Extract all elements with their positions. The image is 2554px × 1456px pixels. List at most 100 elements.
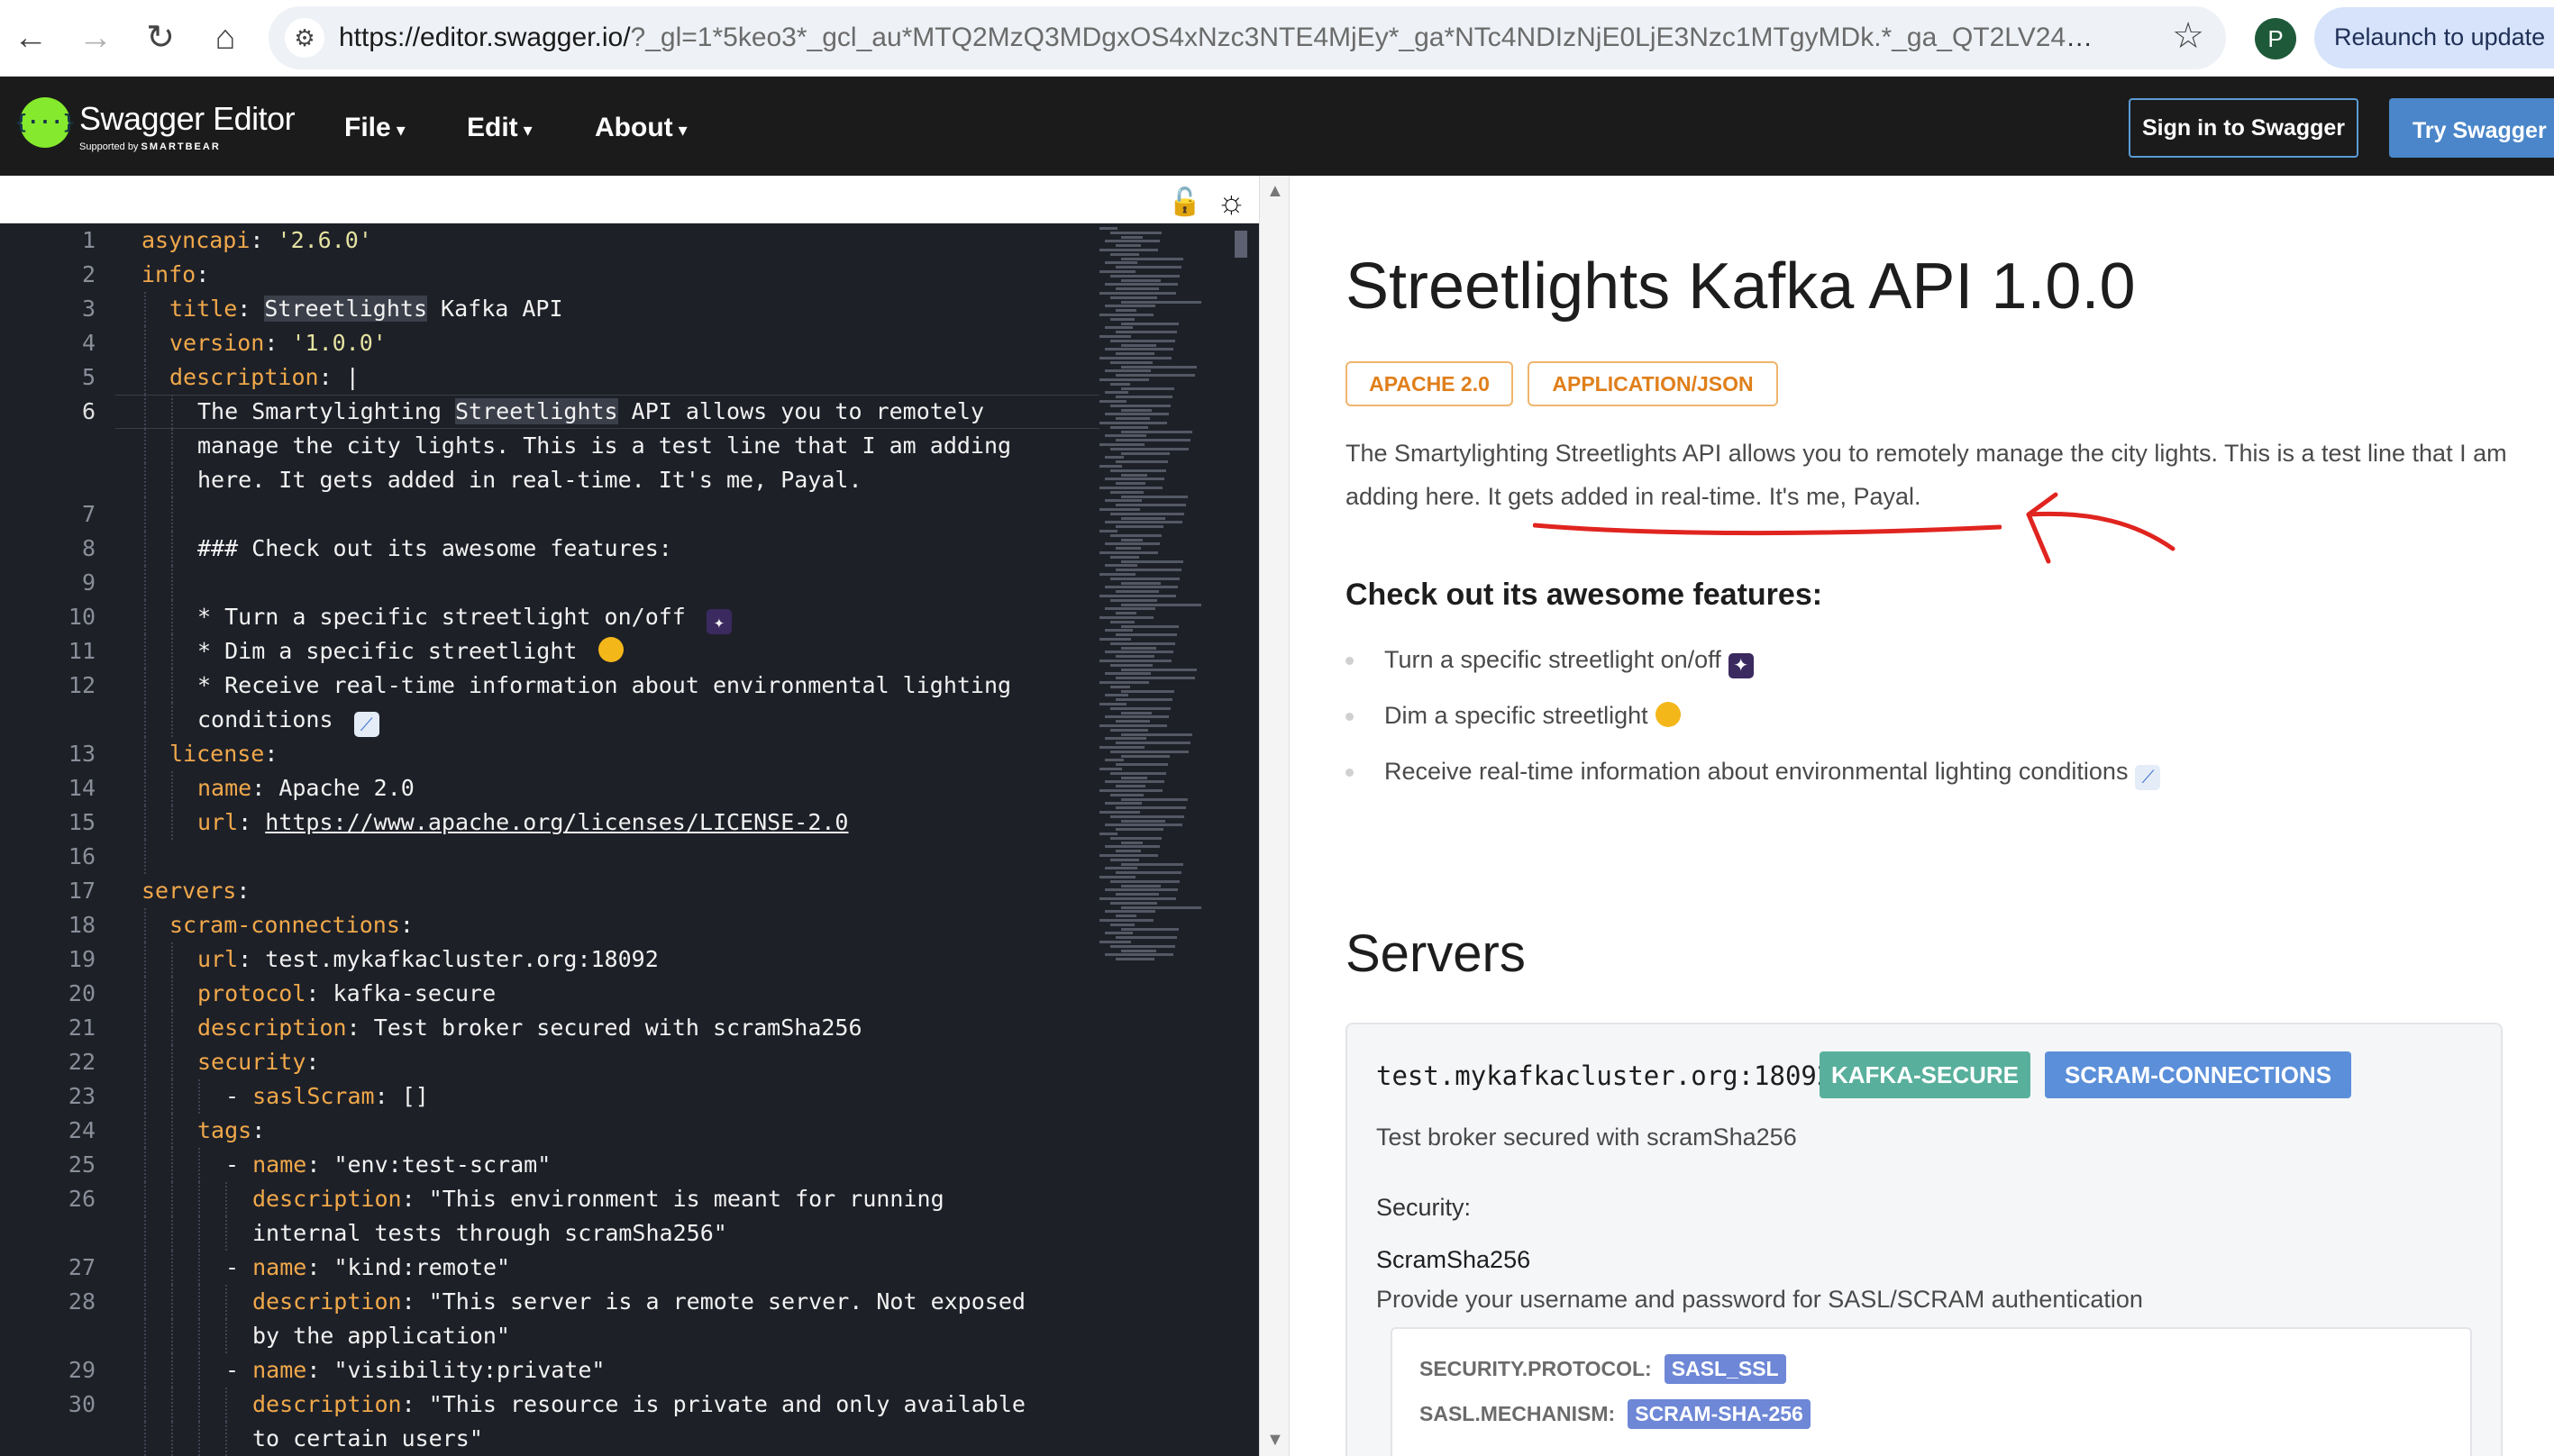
try-swagger-button[interactable]: Try Swagger <box>2389 98 2554 158</box>
sign-in-button[interactable]: Sign in to Swagger <box>2129 98 2358 158</box>
server-card: test.mykafkacluster.org:18092 KAFKA-SECU… <box>1345 1023 2503 1456</box>
chart-emoji-icon: ⟋ <box>2135 765 2161 790</box>
minimap-line <box>1110 750 1189 753</box>
night-city-emoji-icon: ✦ <box>706 609 732 634</box>
minimap-line <box>1116 417 1150 421</box>
minimap-line <box>1105 586 1178 589</box>
feature-item: Turn a specific streetlight on/off ✦ <box>1345 646 1754 678</box>
minimap-line <box>1105 780 1164 784</box>
minimap-line <box>1110 533 1162 537</box>
code-line: 25- name: "env:test-scram" <box>0 1148 1099 1182</box>
binding-row: SASL.MECHANISM: SCRAM-SHA-256 <box>1419 1399 1811 1429</box>
minimap-line <box>1105 456 1124 460</box>
code-line: conditions ⟋ <box>0 703 1099 737</box>
minimap-line <box>1105 824 1182 827</box>
minimap-line <box>1110 555 1139 559</box>
minimap-line <box>1099 443 1145 446</box>
minimap-line <box>1121 278 1161 282</box>
address-bar[interactable]: ⚙ https://editor.swagger.io/?_gl=1*5keo3… <box>269 6 2226 69</box>
lock-icon[interactable]: 🔓 <box>1168 187 1201 218</box>
minimap-line <box>1121 365 1197 369</box>
minimap-line <box>1121 624 1179 628</box>
minimap-line <box>1116 677 1195 680</box>
editor-scrollbar-thumb[interactable] <box>1235 231 1247 258</box>
minimap-line <box>1099 724 1167 727</box>
minimap-line <box>1121 300 1201 304</box>
minimap-line <box>1121 862 1183 866</box>
minimap-line <box>1110 512 1184 515</box>
minimap-line <box>1116 915 1136 918</box>
minimap-line <box>1116 525 1163 529</box>
code-line: 28 description: "This server is a remote … <box>0 1285 1099 1319</box>
minimap-line <box>1105 867 1137 870</box>
profile-avatar[interactable]: P <box>2255 18 2296 59</box>
site-info-icon[interactable]: ⚙ <box>285 18 324 58</box>
minimap-line <box>1121 322 1179 325</box>
minimap-line <box>1099 314 1154 316</box>
minimap-line <box>1110 836 1162 840</box>
minimap-line <box>1116 547 1141 551</box>
code-line: by the application" <box>0 1319 1099 1353</box>
back-arrow-icon[interactable]: ← <box>5 13 56 63</box>
minimap-line <box>1099 292 1176 295</box>
menu-file[interactable]: File ▾ <box>344 113 406 143</box>
minimap-line <box>1116 742 1190 745</box>
license-url-link[interactable]: https://www.apache.org/licenses/LICENSE-… <box>265 809 848 835</box>
minimap-line <box>1099 876 1136 878</box>
forward-arrow-icon[interactable]: → <box>70 13 121 63</box>
minimap-line <box>1099 270 1136 273</box>
code-line: 29- name: "visibility:private" <box>0 1353 1099 1388</box>
minimap-line <box>1121 451 1170 455</box>
minimap-line <box>1105 499 1142 503</box>
minimap-line <box>1116 331 1177 334</box>
editor-toolbar: 🔓 ☼ <box>0 176 1259 223</box>
minimap-line <box>1099 249 1158 251</box>
code-line: 24 tags: <box>0 1114 1099 1148</box>
minimap-line <box>1110 339 1175 342</box>
home-icon[interactable]: ⌂ <box>200 13 251 63</box>
reload-icon[interactable]: ↻ <box>135 13 186 63</box>
scroll-down-icon[interactable]: ▼ <box>1266 1430 1284 1451</box>
theme-toggle-icon[interactable]: ☼ <box>1217 183 1246 221</box>
minimap-line <box>1110 598 1157 602</box>
minimap-line <box>1110 728 1148 732</box>
minimap-line <box>1121 495 1188 498</box>
relaunch-button[interactable]: Relaunch to update <box>2314 7 2554 68</box>
minimap-line <box>1105 910 1155 914</box>
content-type-tag: APPLICATION/JSON <box>1528 361 1778 406</box>
code-line: 21 description: Test broker secured with … <box>0 1011 1099 1045</box>
minimap-line <box>1121 733 1192 736</box>
minimap-line <box>1121 949 1156 952</box>
night-city-emoji-icon: ✦ <box>1728 653 1754 678</box>
sunglasses-emoji-icon <box>597 637 624 662</box>
minimap-line <box>1110 317 1135 321</box>
minimap-line <box>1110 858 1139 861</box>
minimap-line <box>1099 335 1131 338</box>
feature-item: Dim a specific streetlight <box>1345 702 1681 730</box>
minimap-line <box>1116 504 1186 507</box>
minimap-line <box>1105 953 1173 957</box>
editor-minimap[interactable] <box>1099 223 1226 980</box>
code-editor[interactable]: 1 asyncapi: '2.6.0' 2 info: 3 title: Street… <box>0 223 1259 1456</box>
menu-about[interactable]: About ▾ <box>595 113 688 143</box>
url-text[interactable]: https://editor.swagger.io/?_gl=1*5keo3*_… <box>339 23 2096 53</box>
minimap-line <box>1121 927 1179 931</box>
minimap-line <box>1105 737 1146 741</box>
minimap-line <box>1121 819 1165 823</box>
annotation-arrow-icon <box>2026 492 2175 564</box>
security-bindings-box: SECURITY.PROTOCOL: SASL_SSL SASL.MECHANIS… <box>1391 1327 2472 1456</box>
code-line: internal tests through scramSha256" <box>0 1216 1099 1251</box>
minimap-line <box>1121 841 1143 844</box>
minimap-line <box>1121 668 1197 671</box>
caret-down-icon: ▾ <box>523 121 533 141</box>
bookmark-star-icon[interactable]: ☆ <box>2172 15 2204 57</box>
pane-scrollbar[interactable]: ▲ ▼ <box>1259 176 1290 1456</box>
scroll-up-icon[interactable]: ▲ <box>1266 181 1284 202</box>
code-line: 12 * Receive real-time information about … <box>0 669 1099 703</box>
minimap-line <box>1110 231 1162 234</box>
menu-edit[interactable]: Edit ▾ <box>467 113 533 143</box>
minimap-line <box>1121 797 1188 801</box>
chart-emoji-icon: ⟋ <box>353 712 379 737</box>
code-line: 13 license: <box>0 737 1099 771</box>
minimap-line <box>1116 698 1172 702</box>
